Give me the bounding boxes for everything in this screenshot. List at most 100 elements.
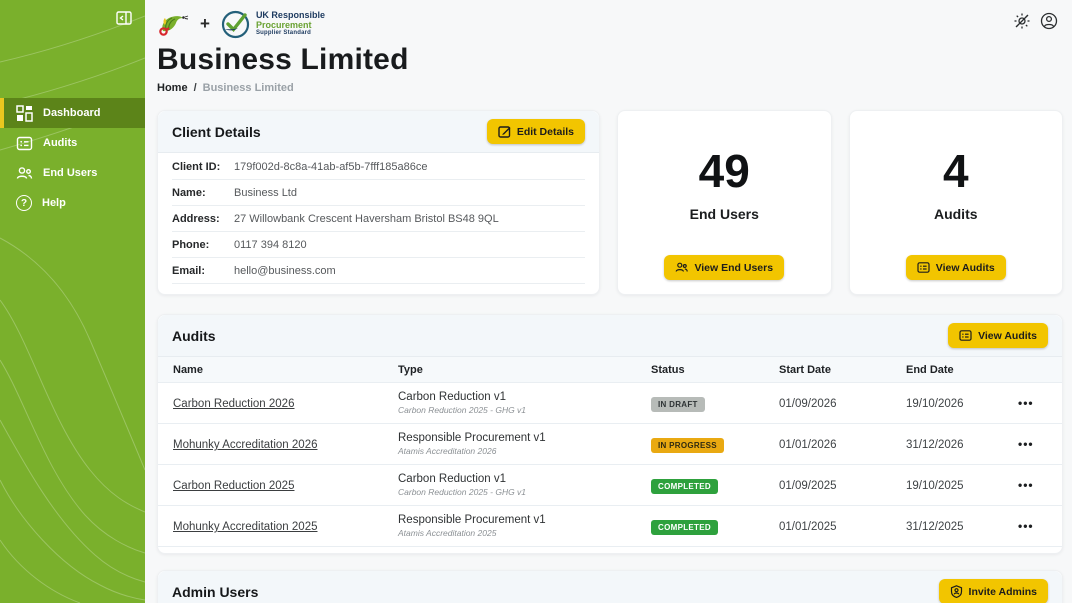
end-date: 31/12/2026 — [906, 439, 964, 451]
field-value: 179f002d-8c8a-41ab-af5b-7fff185a86ce — [234, 161, 427, 173]
end-date: 31/12/2025 — [906, 521, 964, 533]
audits-card-header: Audits View Audits — [158, 315, 1062, 357]
audit-name-link[interactable]: Carbon Reduction 2026 — [173, 398, 294, 410]
sidebar-item-label: Help — [42, 197, 66, 209]
field-label: Client ID: — [172, 161, 234, 173]
row-actions-menu-icon[interactable]: ••• — [1018, 396, 1034, 410]
column-name: Name — [158, 357, 398, 383]
breadcrumb-home-link[interactable]: Home — [157, 82, 188, 94]
field-label: Name: — [172, 187, 234, 199]
audit-type-subtitle: Carbon Reduction 2025 - GHG v1 — [398, 487, 651, 497]
start-date: 01/01/2025 — [779, 521, 837, 533]
audits-card-title: Audits — [172, 328, 216, 344]
sidebar-item-help[interactable]: ? Help — [0, 188, 145, 218]
end-date: 19/10/2025 — [906, 480, 964, 492]
column-actions — [1018, 357, 1062, 383]
topbar: + UK Responsible Procurement Supplier St… — [145, 0, 1072, 39]
topbar-actions — [1013, 12, 1058, 30]
status-badge: IN PROGRESS — [651, 438, 724, 453]
client-details-title: Client Details — [172, 124, 261, 140]
ukrp-line3: Supplier Standard — [256, 30, 325, 36]
edit-icon — [498, 125, 511, 138]
end-users-stat-card: 49 End Users View End Users — [617, 110, 832, 295]
view-audits-label: View Audits — [978, 330, 1037, 342]
page-title: Business Limited — [157, 44, 1072, 76]
table-row: Carbon Reduction 2026 Carbon Reduction v… — [158, 383, 1062, 424]
audit-name-link[interactable]: Mohunky Accreditation 2026 — [173, 439, 317, 451]
mohunky-bird-logo — [157, 9, 189, 39]
row-actions-menu-icon[interactable]: ••• — [1018, 519, 1034, 533]
audits-icon — [917, 261, 930, 274]
column-type: Type — [398, 357, 651, 383]
audits-count: 4 — [943, 147, 969, 195]
audit-type-subtitle: Atamis Accreditation 2025 — [398, 528, 651, 538]
column-status: Status — [651, 357, 779, 383]
field-client-id: Client ID: 179f002d-8c8a-41ab-af5b-7fff1… — [172, 154, 585, 180]
sidebar-item-label: Audits — [43, 137, 77, 149]
end-users-icon — [16, 165, 33, 182]
view-end-users-label: View End Users — [694, 262, 773, 274]
column-start-date: Start Date — [779, 357, 906, 383]
audit-type-subtitle: Atamis Accreditation 2026 — [398, 446, 651, 456]
client-details-card: Client Details Edit Details — [157, 110, 600, 295]
breadcrumb: Home / Business Limited — [157, 82, 1072, 94]
field-name: Name: Business Ltd — [172, 180, 585, 206]
edit-details-label: Edit Details — [517, 126, 574, 138]
row-actions-menu-icon[interactable]: ••• — [1018, 437, 1034, 451]
admin-users-title: Admin Users — [172, 584, 258, 600]
start-date: 01/01/2026 — [779, 439, 837, 451]
audit-type: Responsible Procurement v1 — [398, 514, 651, 526]
invite-admins-label: Invite Admins — [969, 586, 1037, 598]
sidebar-item-dashboard[interactable]: Dashboard — [0, 98, 145, 128]
content: Client Details Edit Details — [157, 110, 1063, 603]
audit-name-link[interactable]: Mohunky Accreditation 2025 — [173, 521, 317, 533]
table-row: Mohunky Accreditation 2026 Responsible P… — [158, 424, 1062, 465]
app-window: Dashboard Audits — [0, 0, 1072, 603]
sidebar-item-end-users[interactable]: End Users — [0, 158, 145, 188]
audit-name-link[interactable]: Carbon Reduction 2025 — [173, 480, 294, 492]
field-value: hello@business.com — [234, 265, 336, 277]
main-area: + UK Responsible Procurement Supplier St… — [145, 0, 1072, 603]
view-end-users-button[interactable]: View End Users — [664, 255, 784, 280]
audits-table-header-row: Name Type Status Start Date End Date — [158, 357, 1062, 383]
audit-type: Carbon Reduction v1 — [398, 391, 651, 403]
theme-toggle-icon[interactable] — [1013, 12, 1031, 30]
status-badge: IN DRAFT — [651, 397, 705, 412]
admin-users-header: Admin Users Invite Admins — [158, 571, 1062, 603]
start-date: 01/09/2026 — [779, 398, 837, 410]
view-audits-button[interactable]: View Audits — [948, 323, 1048, 348]
table-row: Carbon Reduction 2025 Carbon Reduction v… — [158, 465, 1062, 506]
table-row: Mohunky Accreditation 2025 Responsible P… — [158, 506, 1062, 547]
dashboard-icon — [16, 105, 33, 122]
sidebar-decorative-curves — [0, 0, 145, 603]
field-address: Address: 27 Willowbank Crescent Haversha… — [172, 206, 585, 232]
sidebar-item-label: End Users — [43, 167, 97, 179]
audits-table: Name Type Status Start Date End Date Car… — [158, 357, 1062, 547]
admin-users-card: Admin Users Invite Admins — [157, 570, 1063, 603]
audits-icon — [16, 135, 33, 152]
status-badge: COMPLETED — [651, 520, 718, 535]
sidebar-collapse-icon[interactable] — [115, 9, 133, 27]
breadcrumb-current: Business Limited — [203, 82, 294, 94]
field-value: Business Ltd — [234, 187, 297, 199]
users-icon — [675, 261, 688, 274]
breadcrumb-separator: / — [194, 82, 197, 94]
ukrp-logo-text: UK Responsible Procurement Supplier Stan… — [256, 11, 325, 36]
sidebar-item-label: Dashboard — [43, 107, 100, 119]
ukrp-line2: Procurement — [256, 21, 325, 30]
client-details-header: Client Details Edit Details — [158, 111, 599, 153]
view-audits-stat-label: View Audits — [936, 262, 995, 274]
field-phone: Phone: 0117 394 8120 — [172, 232, 585, 258]
edit-details-button[interactable]: Edit Details — [487, 119, 585, 144]
invite-admins-button[interactable]: Invite Admins — [939, 579, 1048, 603]
audit-type: Responsible Procurement v1 — [398, 432, 651, 444]
audit-type-subtitle: Carbon Reduction 2025 - GHG v1 — [398, 405, 651, 415]
client-fields: Client ID: 179f002d-8c8a-41ab-af5b-7fff1… — [158, 153, 599, 284]
help-icon: ? — [16, 195, 32, 211]
sidebar-item-audits[interactable]: Audits — [0, 128, 145, 158]
ukrp-logo: UK Responsible Procurement Supplier Stan… — [221, 10, 325, 39]
view-audits-stat-button[interactable]: View Audits — [906, 255, 1006, 280]
row-actions-menu-icon[interactable]: ••• — [1018, 478, 1034, 492]
column-end-date: End Date — [906, 357, 1018, 383]
account-icon[interactable] — [1040, 12, 1058, 30]
